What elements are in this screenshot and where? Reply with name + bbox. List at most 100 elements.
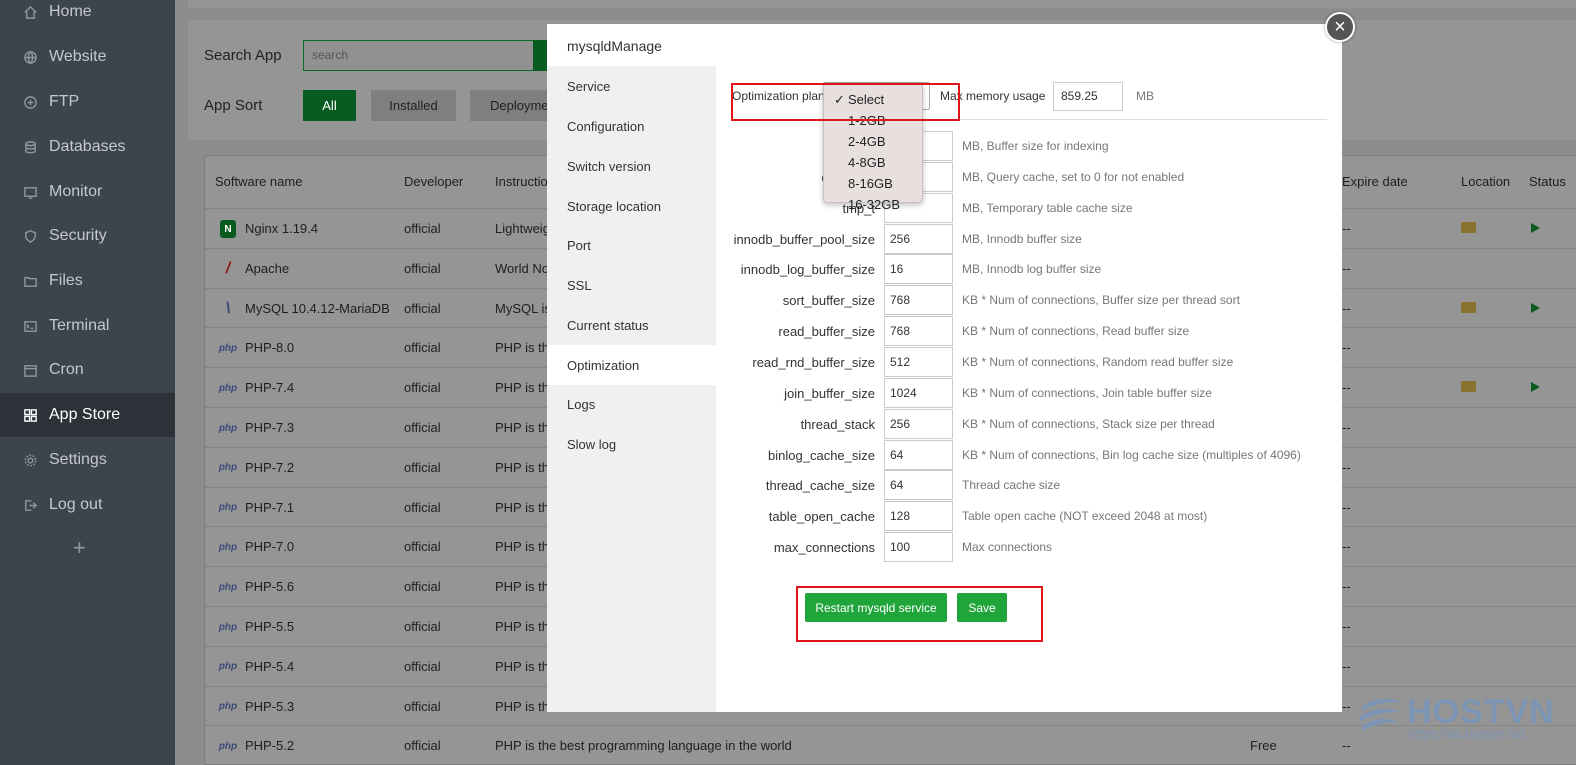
menu-item-storage-location[interactable]: Storage location xyxy=(547,186,716,226)
menu-item-port[interactable]: Port xyxy=(547,225,716,265)
field-input[interactable]: 256 xyxy=(884,223,953,254)
software-name: PHP-5.5 xyxy=(245,619,295,634)
play-icon[interactable] xyxy=(1531,302,1540,313)
field-input[interactable]: 256 xyxy=(884,408,953,439)
add-icon[interactable]: + xyxy=(73,533,86,563)
sidebar-item-files[interactable]: Files xyxy=(0,259,175,303)
dropdown-option[interactable]: 4-8GB xyxy=(824,152,922,173)
field-input[interactable]: 128 xyxy=(884,501,953,532)
watermark-url: https://kb.hostvn.net xyxy=(1409,726,1526,741)
software-name: PHP-7.1 xyxy=(245,499,295,515)
developer: official xyxy=(404,340,441,356)
expire-date: -- xyxy=(1342,539,1351,555)
globe-icon xyxy=(22,49,38,65)
developer: official xyxy=(404,738,441,754)
instructions: PHP is th xyxy=(495,698,549,714)
sort-installed-button[interactable]: Installed xyxy=(371,90,456,121)
highlight-box-plan xyxy=(731,83,960,121)
php-icon: php xyxy=(218,740,238,752)
folder-icon xyxy=(22,273,38,289)
dropdown-option[interactable]: 16-32GB xyxy=(824,194,922,215)
menu-item-logs[interactable]: Logs xyxy=(547,384,716,424)
folder-icon[interactable] xyxy=(1461,301,1476,313)
database-icon xyxy=(22,139,38,155)
field-input[interactable]: 512 xyxy=(884,346,953,377)
instructions: PHP is th xyxy=(495,658,549,674)
sidebar-item-label: Terminal xyxy=(49,317,110,334)
play-icon[interactable] xyxy=(1531,382,1540,393)
field-input[interactable]: 16 xyxy=(884,254,953,285)
close-icon[interactable]: × xyxy=(1325,12,1355,42)
instructions: PHP is th xyxy=(495,499,549,515)
software-name: PHP-7.3 xyxy=(245,420,295,435)
software-name: PHP-7.2 xyxy=(245,459,295,475)
max-memory-input[interactable]: 859.25 xyxy=(1053,82,1123,111)
sidebar-item-monitor[interactable]: Monitor xyxy=(0,170,175,214)
sidebar-item-app-store[interactable]: App Store xyxy=(0,393,175,437)
sidebar-item-databases[interactable]: Databases xyxy=(0,125,175,169)
column-header: Developer xyxy=(404,174,464,189)
folder-icon[interactable] xyxy=(1461,222,1476,233)
sort-deployment-button[interactable]: Deployment xyxy=(470,90,548,121)
price: Free xyxy=(1250,738,1277,754)
sidebar-item-website[interactable]: Website xyxy=(0,35,175,79)
clock-icon xyxy=(22,362,38,378)
php-icon: php xyxy=(218,342,238,354)
field-input[interactable]: 100 xyxy=(884,532,953,563)
home-icon xyxy=(22,4,38,20)
folder-icon[interactable] xyxy=(1461,381,1476,393)
column-header: Expire date xyxy=(1342,174,1408,189)
php-icon: php xyxy=(218,382,238,394)
software-name: PHP-5.3 xyxy=(245,698,295,714)
developer: official xyxy=(404,221,441,236)
menu-item-switch-version[interactable]: Switch version xyxy=(547,146,716,186)
software-name: PHP-5.6 xyxy=(245,579,295,595)
gear-icon xyxy=(22,452,38,468)
menu-item-configuration[interactable]: Configuration xyxy=(547,106,716,146)
php-icon: php xyxy=(218,621,238,633)
expire-date: -- xyxy=(1342,420,1351,435)
field-hint: KB * Num of connections, Stack size per … xyxy=(962,416,1215,431)
sidebar-item-security[interactable]: Security xyxy=(0,214,175,258)
software-name: PHP-5.2 xyxy=(245,738,295,754)
menu-item-optimization[interactable]: Optimization xyxy=(547,345,716,385)
field-hint: KB * Num of connections, Bin log cache s… xyxy=(962,447,1301,462)
sidebar-item-label: Security xyxy=(49,227,107,244)
menu-item-service[interactable]: Service xyxy=(547,66,716,106)
field-label: innodb_buffer_pool_size xyxy=(733,231,875,247)
field-input[interactable]: 768 xyxy=(884,316,953,347)
search-app-label: Search App xyxy=(204,47,282,64)
menu-item-slow-log[interactable]: Slow log xyxy=(547,424,716,464)
sidebar-item-cron[interactable]: Cron xyxy=(0,348,175,392)
developer: official xyxy=(404,499,441,515)
field-hint: MB, Query cache, set to 0 for not enable… xyxy=(962,169,1185,184)
expire-date: -- xyxy=(1342,380,1351,396)
mysql-dolphin-icon: \ xyxy=(225,299,231,317)
sidebar-item-ftp[interactable]: FTP xyxy=(0,80,175,124)
field-input[interactable]: 64 xyxy=(884,439,953,470)
sidebar-item-home[interactable]: Home xyxy=(0,0,175,34)
field-hint: KB * Num of connections, Random read buf… xyxy=(962,354,1234,369)
field-input[interactable]: 1024 xyxy=(884,377,953,408)
sidebar-item-logout[interactable]: Log out xyxy=(0,483,175,527)
expire-date: -- xyxy=(1342,619,1351,634)
search-input[interactable]: search xyxy=(303,40,535,71)
play-icon[interactable] xyxy=(1531,223,1540,233)
menu-item-ssl[interactable]: SSL xyxy=(547,265,716,305)
software-name: PHP-8.0 xyxy=(245,340,295,356)
field-label: thread_stack xyxy=(800,416,875,432)
field-input[interactable]: 768 xyxy=(884,285,953,316)
sidebar-item-settings[interactable]: Settings xyxy=(0,438,175,482)
dropdown-option[interactable]: 2-4GB xyxy=(824,131,922,152)
field-hint: MB, Temporary table cache size xyxy=(962,200,1133,215)
software-name: MySQL 10.4.12-MariaDB xyxy=(245,300,390,316)
monitor-icon xyxy=(22,184,38,200)
menu-item-current-status[interactable]: Current status xyxy=(547,305,716,345)
developer: official xyxy=(404,579,441,595)
sidebar-item-terminal[interactable]: Terminal xyxy=(0,304,175,348)
dropdown-option[interactable]: 8-16GB xyxy=(824,173,922,194)
field-input[interactable]: 64 xyxy=(884,470,953,501)
field-label: table_open_cache xyxy=(768,509,875,525)
sort-all-button[interactable]: All xyxy=(303,90,356,121)
field-label: join_buffer_size xyxy=(784,385,875,401)
